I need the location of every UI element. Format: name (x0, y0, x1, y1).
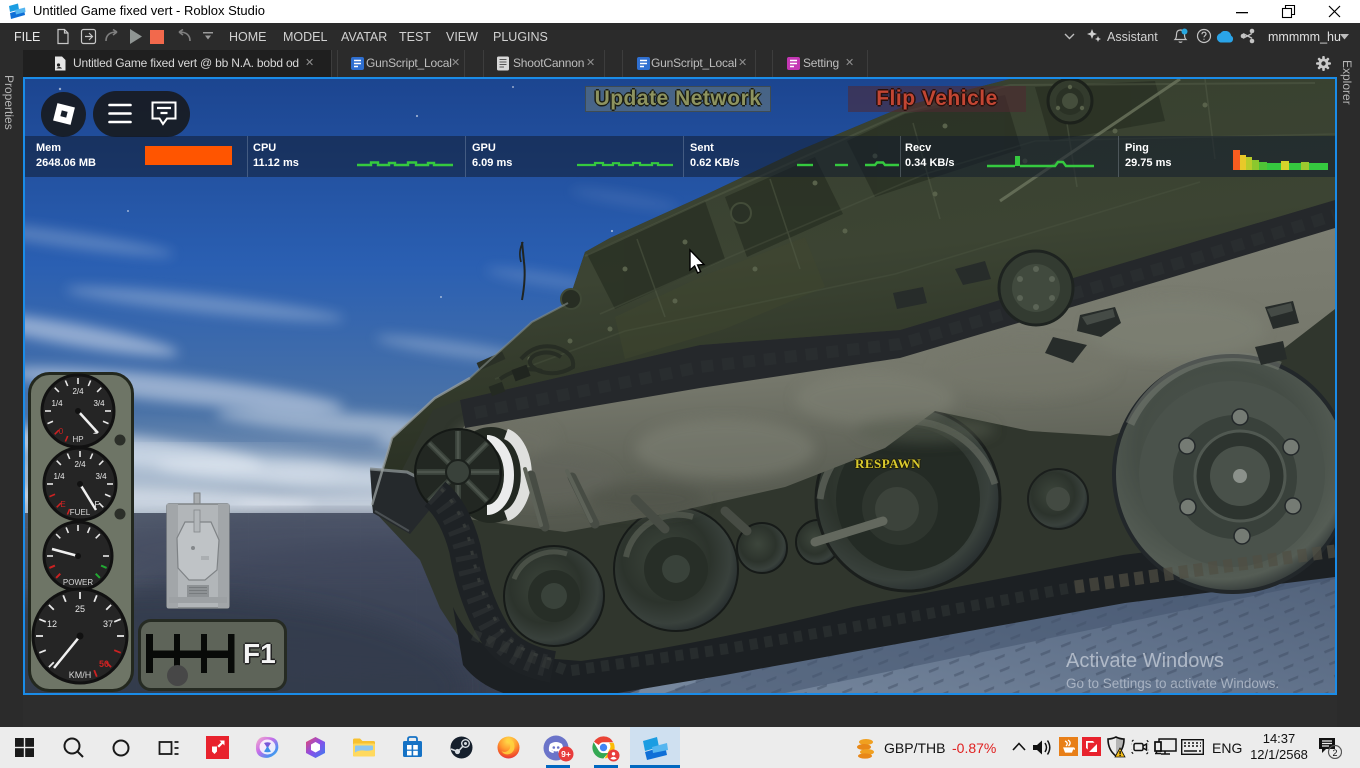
svg-text:37: 37 (103, 619, 113, 629)
svg-text:2: 2 (1332, 748, 1337, 758)
svg-text:POWER: POWER (63, 578, 93, 587)
svg-text:50: 50 (99, 659, 109, 669)
svg-text:9+: 9+ (561, 749, 571, 759)
svg-text:12: 12 (47, 619, 57, 629)
svg-text:FUEL: FUEL (70, 508, 91, 517)
svg-text:3/4: 3/4 (93, 399, 105, 408)
svg-text:2/4: 2/4 (72, 387, 84, 396)
svg-text:HP: HP (72, 435, 83, 444)
svg-text:1/4: 1/4 (51, 399, 63, 408)
svg-text:25: 25 (75, 604, 85, 614)
svg-text:1/4: 1/4 (53, 472, 65, 481)
svg-text:E: E (60, 500, 65, 509)
svg-text:0: 0 (59, 427, 64, 436)
svg-text:2/4: 2/4 (74, 460, 86, 469)
svg-text:3/4: 3/4 (95, 472, 107, 481)
svg-text:KM/H: KM/H (69, 670, 92, 680)
